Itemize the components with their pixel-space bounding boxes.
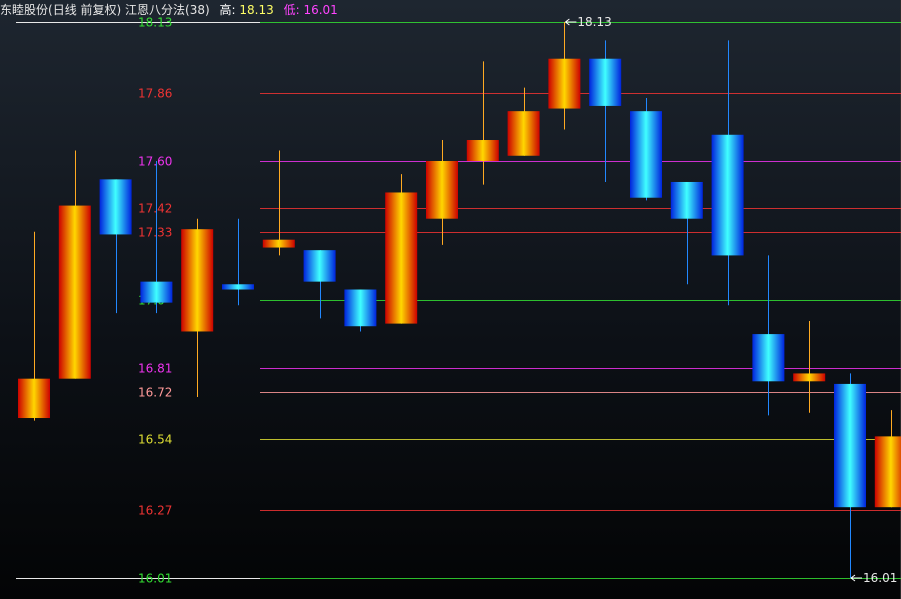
level-label: 16.54 [138,433,172,447]
candle-body-up [874,436,901,508]
level-label: 16.01 [138,572,172,586]
candle-body-down [670,181,703,219]
candle-body-up [181,229,214,332]
level-label: 17.86 [138,87,172,101]
high-value: 18.13 [239,3,274,17]
candle-body-up [58,205,91,379]
kline-chart: 东睦股份(日线 前复权) 江恩八分法(38) 高: 18.13 低: 16.01… [0,0,901,599]
extreme-arrow [850,574,862,582]
candle-body-up [793,373,826,382]
level-label: 17.42 [138,202,172,216]
candle-body-up [548,58,581,109]
level-label: 17.60 [138,155,172,169]
candle-body-up [426,161,458,219]
candle-body-down [630,111,662,198]
candle-body-up [18,378,50,419]
plot-area[interactable]: 18.1317.8617.6017.4217.3317.016.8116.721… [0,0,901,599]
candle-body-down [344,289,377,327]
candle-body-up [385,192,418,324]
candle-body-up [466,140,499,161]
high-label: 高: [219,3,236,17]
candle-body-down [140,281,173,303]
candle-body-up [507,111,540,156]
candle-body-down [99,179,132,235]
extreme-arrow [565,18,577,26]
level-label: 17.33 [138,226,172,240]
level-label: 16.27 [138,504,172,518]
candle-body-down [834,383,866,508]
level-label: 16.72 [138,386,172,400]
candle-body-down [303,250,336,282]
candle-body-up [262,239,295,248]
level-label: 16.81 [138,362,172,376]
candle-body-down [711,134,744,256]
indicator-name: 江恩八分法(38) [125,3,210,17]
candle-body-down [222,284,254,290]
chart-mode: (日线 前复权) [48,3,122,17]
low-label: 低: [283,3,300,17]
stock-name: 东睦股份 [0,3,49,17]
extreme-label: 18.13 [577,15,611,29]
candle-body-down [752,334,785,382]
chart-header: 东睦股份(日线 前复权) 江恩八分法(38) 高: 18.13 低: 16.01 [0,0,338,20]
extreme-label: 16.01 [863,571,897,585]
candle-body-down [589,58,622,106]
low-value: 16.01 [303,3,338,17]
